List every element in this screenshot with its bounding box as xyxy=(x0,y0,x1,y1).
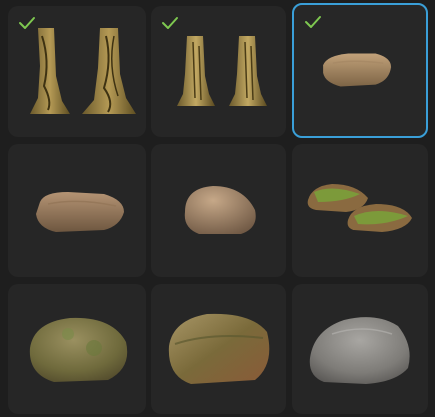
asset-tile-grey-granite-boulder[interactable] xyxy=(292,284,428,414)
asset-tile-flat-rock-small[interactable] xyxy=(292,3,428,138)
flat-rock-icon xyxy=(36,192,124,232)
checkmark-icon xyxy=(162,17,178,29)
asset-tile-flat-slab-rock[interactable] xyxy=(8,144,146,277)
boulder-icon xyxy=(184,186,256,234)
mossy-rock-icon xyxy=(307,184,412,232)
asset-tile-mossy-boulder-round[interactable] xyxy=(8,284,146,414)
asset-tile-mossy-boulder-angular[interactable] xyxy=(151,284,286,414)
checkmark-icon xyxy=(305,16,321,28)
mossy-boulder-icon xyxy=(168,313,270,384)
granite-boulder-icon xyxy=(309,317,410,384)
asset-tile-mossy-rock-pair[interactable] xyxy=(292,144,428,277)
asset-grid xyxy=(0,0,435,417)
mossy-boulder-icon xyxy=(29,317,128,382)
asset-tile-round-boulder[interactable] xyxy=(151,144,286,277)
asset-tile-tree-trunk-twisted[interactable] xyxy=(8,6,146,137)
asset-tile-tree-trunk-rooted[interactable] xyxy=(151,6,286,137)
checkmark-icon xyxy=(19,17,35,29)
